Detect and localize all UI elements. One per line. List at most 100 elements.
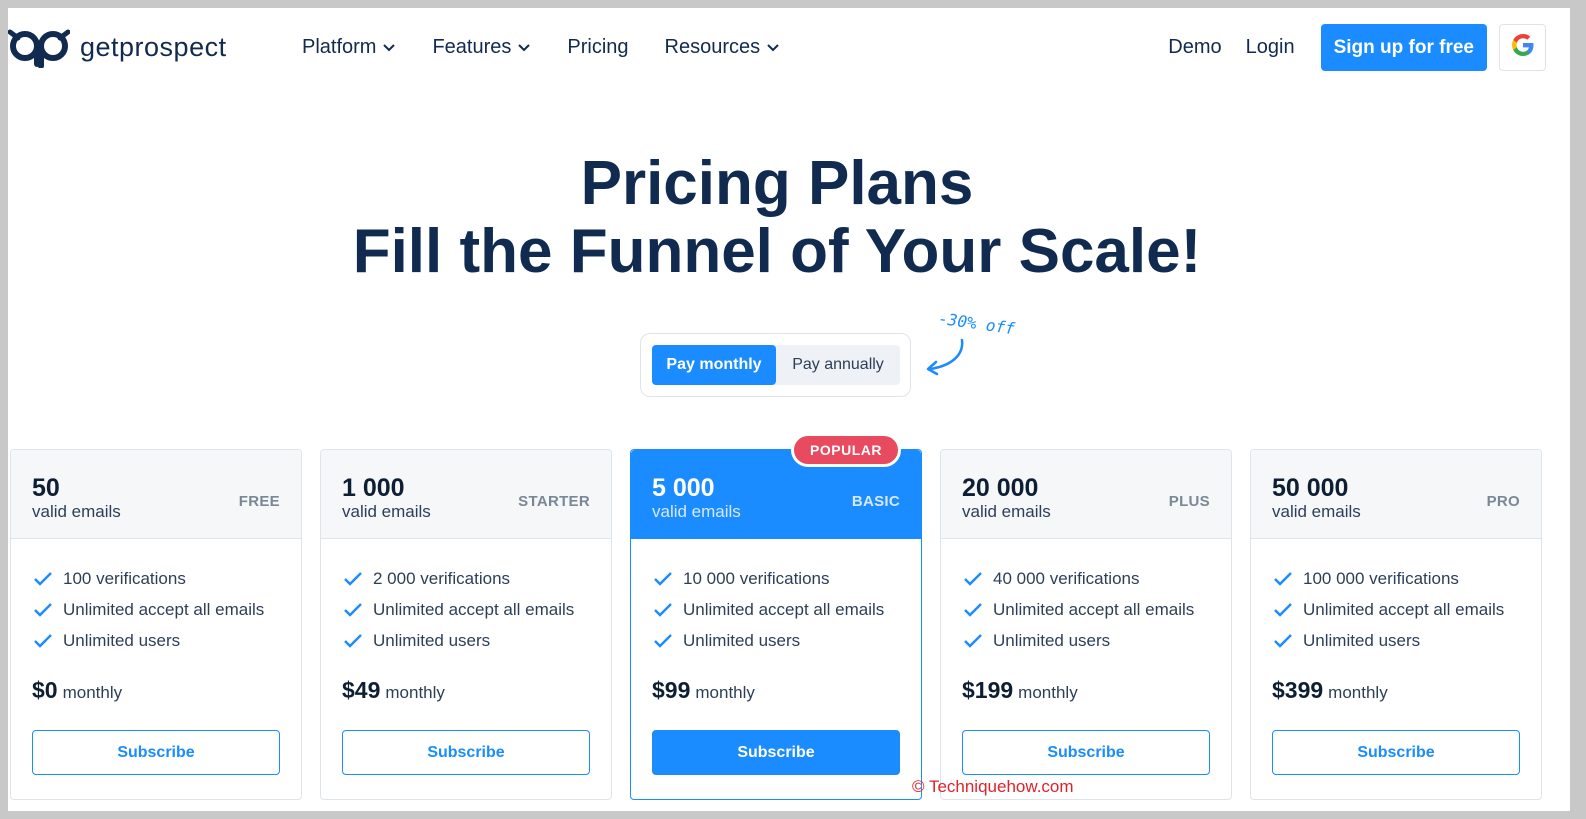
nav-platform-label: Platform <box>302 36 377 58</box>
logo[interactable]: getprospect <box>8 26 227 68</box>
feature-text: Unlimited accept all emails <box>1303 599 1505 619</box>
feature-item: Unlimited users <box>653 625 884 656</box>
main-nav: Platform Features Pricing Resources <box>302 36 780 59</box>
plan-tier-label: STARTER <box>518 493 590 510</box>
title-line-1: Pricing Plans <box>580 149 974 218</box>
header-actions: Demo Login Sign up for free <box>1168 24 1546 71</box>
check-icon <box>653 633 673 649</box>
nav-pricing[interactable]: Pricing <box>567 36 628 59</box>
plan-features: 2 000 verifications Unlimited accept all… <box>343 563 574 656</box>
pay-monthly-option[interactable]: Pay monthly <box>652 345 776 385</box>
plan-email-unit: valid emails <box>652 502 741 521</box>
plan-price: $199 monthly <box>962 677 1078 704</box>
check-icon <box>963 633 983 649</box>
check-icon <box>33 571 53 587</box>
plan-price: $99 monthly <box>652 677 755 704</box>
check-icon <box>653 571 673 587</box>
nav-resources-label: Resources <box>664 36 761 58</box>
plan-price: $399 monthly <box>1272 677 1388 704</box>
subscribe-button[interactable]: Subscribe <box>652 730 900 775</box>
hero: Pricing Plans Fill the Funnel of Your Sc… <box>0 150 1554 286</box>
feature-item: Unlimited accept all emails <box>1273 594 1504 625</box>
logo-text: getprospect <box>80 31 227 62</box>
price-value: $49 <box>342 677 381 703</box>
chevron-down-icon <box>517 43 531 53</box>
check-icon <box>653 602 673 618</box>
feature-item: Unlimited accept all emails <box>343 594 574 625</box>
billing-toggle: Pay monthly Pay annually <box>640 333 911 397</box>
discount-note: -30% off <box>937 308 1017 339</box>
feature-text: Unlimited users <box>993 630 1111 650</box>
plan-card-pro: 50 000 valid emails PRO 100 000 verifica… <box>1250 449 1542 800</box>
feature-text: 10 000 verifications <box>683 568 830 588</box>
subscribe-button[interactable]: Subscribe <box>32 730 280 775</box>
plan-email-amount: 50 000 <box>1272 474 1349 502</box>
feature-item: Unlimited accept all emails <box>33 594 264 625</box>
plan-tier-label: FREE <box>238 493 280 510</box>
feature-item: Unlimited users <box>343 625 574 656</box>
plan-card-free: 50 valid emails FREE 100 verifications U… <box>10 449 302 800</box>
feature-text: 100 verifications <box>63 568 186 588</box>
check-icon <box>343 633 363 649</box>
plan-email-unit: valid emails <box>32 502 121 521</box>
plan-email-unit: valid emails <box>342 502 431 521</box>
plan-email-unit: valid emails <box>962 502 1051 521</box>
plan-price: $0 monthly <box>32 677 122 704</box>
price-period: monthly <box>385 683 445 702</box>
check-icon <box>963 571 983 587</box>
feature-item: 10 000 verifications <box>653 563 884 594</box>
feature-item: Unlimited users <box>33 625 264 656</box>
google-icon <box>1510 32 1536 63</box>
feature-text: Unlimited accept all emails <box>683 599 885 619</box>
plan-card-header: 50 000 valid emails PRO <box>1251 450 1541 539</box>
feature-item: Unlimited users <box>1273 625 1504 656</box>
signup-button[interactable]: Sign up for free <box>1320 24 1487 71</box>
feature-text: 2 000 verifications <box>373 568 511 588</box>
title-line-2: Fill the Funnel of Your Scale! <box>352 217 1202 286</box>
nav-pricing-label: Pricing <box>567 36 629 58</box>
nav-features[interactable]: Features <box>432 36 531 59</box>
plan-features: 10 000 verifications Unlimited accept al… <box>653 563 884 656</box>
popular-badge: POPULAR <box>791 433 901 467</box>
check-icon <box>33 633 53 649</box>
price-value: $399 <box>1272 677 1324 703</box>
feature-text: Unlimited accept all emails <box>63 599 265 619</box>
price-value: $199 <box>962 677 1014 703</box>
feature-text: Unlimited users <box>63 630 181 650</box>
plan-card-header: 50 valid emails FREE <box>11 450 301 539</box>
check-icon <box>1273 633 1293 649</box>
feature-item: Unlimited accept all emails <box>653 594 884 625</box>
plan-email-amount: 1 000 <box>342 474 405 502</box>
nav-platform[interactable]: Platform <box>302 36 396 59</box>
nav-resources[interactable]: Resources <box>665 36 781 59</box>
feature-item: 2 000 verifications <box>343 563 574 594</box>
price-value: $0 <box>32 677 58 703</box>
feature-text: 100 000 verifications <box>1303 568 1459 588</box>
plan-features: 100 000 verifications Unlimited accept a… <box>1273 563 1504 656</box>
check-icon <box>963 602 983 618</box>
plan-email-amount: 5 000 <box>652 474 715 502</box>
feature-text: Unlimited accept all emails <box>993 599 1195 619</box>
nav-features-label: Features <box>432 36 512 58</box>
plan-card-basic: 5 000 valid emails BASIC POPULAR 10 000 … <box>630 433 922 800</box>
subscribe-button[interactable]: Subscribe <box>342 730 590 775</box>
login-link[interactable]: Login <box>1246 36 1295 59</box>
google-signin-button[interactable] <box>1499 24 1546 71</box>
price-period: monthly <box>1328 683 1388 702</box>
page-title: Pricing Plans Fill the Funnel of Your Sc… <box>0 150 1554 286</box>
billing-toggle-track: Pay monthly Pay annually <box>652 345 900 385</box>
subscribe-button[interactable]: Subscribe <box>1272 730 1520 775</box>
feature-item: 100 000 verifications <box>1273 563 1504 594</box>
plan-features: 40 000 verifications Unlimited accept al… <box>963 563 1194 656</box>
feature-text: 40 000 verifications <box>993 568 1140 588</box>
plan-email-unit: valid emails <box>1272 502 1361 521</box>
watermark: © Techniquehow.com <box>912 777 1074 796</box>
feature-item: 40 000 verifications <box>963 563 1194 594</box>
subscribe-button[interactable]: Subscribe <box>962 730 1210 775</box>
feature-text: Unlimited accept all emails <box>373 599 575 619</box>
pay-annually-option[interactable]: Pay annually <box>776 345 900 385</box>
demo-link[interactable]: Demo <box>1168 36 1221 59</box>
check-icon <box>33 602 53 618</box>
feature-item: 100 verifications <box>33 563 264 594</box>
plan-tier-label: PLUS <box>1168 493 1210 510</box>
